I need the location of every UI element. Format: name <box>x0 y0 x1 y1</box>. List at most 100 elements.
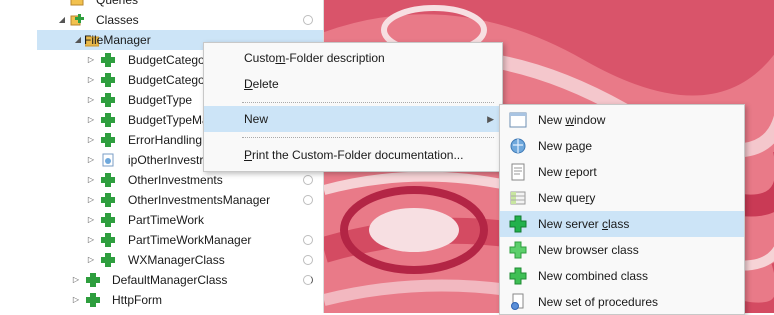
queries-icon <box>70 0 84 6</box>
menu-item-new-report[interactable]: New report <box>500 159 744 185</box>
expand-arrow-icon[interactable]: ▷ <box>86 150 96 170</box>
menu-item-new[interactable]: New ▶ <box>204 106 502 132</box>
expand-arrow-icon[interactable]: ▷ <box>86 50 96 70</box>
expand-arrow-icon[interactable]: ▷ <box>71 290 81 310</box>
class-icon <box>101 133 115 147</box>
tree-item-class[interactable]: ▷ PartTimeWork <box>0 210 323 230</box>
class-icon <box>101 93 115 107</box>
class-icon <box>101 73 115 87</box>
expand-arrow-icon[interactable]: ▷ <box>86 170 96 190</box>
expand-arrow-icon[interactable]: ▷ <box>86 230 96 250</box>
status-circle-icon <box>303 235 313 245</box>
class-icon <box>86 293 100 307</box>
server-class-icon <box>509 215 527 233</box>
context-menu: Custom-Folder description Delete New ▶ P… <box>203 42 503 172</box>
class-icon <box>101 113 115 127</box>
tree-item-class[interactable]: ▷ OtherInvestments <box>0 170 323 190</box>
menu-item-new-set-of-procedures[interactable]: New set of procedures <box>500 289 744 315</box>
expand-arrow-icon[interactable]: ▷ <box>86 70 96 90</box>
menu-label: eport <box>569 165 597 179</box>
class-icon <box>101 213 115 227</box>
menu-label: y <box>589 191 596 205</box>
status-circle-icon <box>303 255 313 265</box>
web-page-icon <box>510 138 526 154</box>
tree-label: DefaultManagerClass <box>112 273 228 287</box>
menu-item-delete[interactable]: Delete <box>204 71 502 97</box>
menu-label-accel: D <box>244 77 253 91</box>
class-icon <box>86 273 100 287</box>
menu-label: -Folder description <box>285 51 385 65</box>
menu-label: rint the Custom-Folder documentation... <box>252 148 464 162</box>
tree-item-class[interactable]: ▷ PartTimeWorkManager <box>0 230 323 250</box>
menu-item-new-server-class[interactable]: New server class <box>500 211 744 237</box>
tree-label: OtherInvestments <box>128 173 223 187</box>
tree-label: ipOtherInvestr <box>128 153 204 167</box>
tree-label: PartTimeWorkManager <box>128 233 252 247</box>
menu-item-new-query[interactable]: New query <box>500 185 744 211</box>
tree-label: HttpForm <box>112 293 163 307</box>
expand-arrow-icon[interactable]: ▷ <box>86 250 96 270</box>
page-icon <box>102 153 114 167</box>
menu-label: New <box>538 139 566 153</box>
tree-label: BudgetType <box>128 93 193 107</box>
class-icon <box>101 53 115 67</box>
class-icon <box>101 173 115 187</box>
menu-label: New que <box>538 191 586 205</box>
expand-arrow-icon[interactable]: ▷ <box>86 90 96 110</box>
tree-item-queries[interactable]: Queries <box>0 0 323 10</box>
menu-separator <box>242 102 494 103</box>
menu-label: indow <box>574 113 606 127</box>
tree-label: Queries <box>96 0 139 7</box>
menu-label: New combined class <box>538 269 649 283</box>
menu-item-new-window[interactable]: New window <box>500 107 744 133</box>
menu-label: New <box>538 165 566 179</box>
expand-arrow-icon[interactable]: ◢ <box>73 30 83 50</box>
menu-label: elete <box>252 77 279 91</box>
menu-label-accel: m <box>275 51 286 65</box>
menu-label: New server <box>538 217 603 231</box>
class-icon <box>101 253 115 267</box>
menu-label: age <box>572 139 593 153</box>
tree-label: WXManagerClass <box>128 253 225 267</box>
tree-item-defaultmanagerclass[interactable]: ▷ DefaultManagerClass <box>0 270 323 290</box>
status-circle-icon <box>303 175 313 185</box>
tree-item-httpform[interactable]: ▷ HttpForm <box>0 290 323 310</box>
expand-arrow-icon[interactable]: ▷ <box>86 190 96 210</box>
tree-label: BudgetCatego <box>128 53 205 67</box>
status-circle-icon <box>303 15 313 25</box>
loading-spinner-icon <box>303 275 313 285</box>
window-icon <box>509 112 527 128</box>
tree-label: FileManager <box>84 33 151 47</box>
tree-item-class[interactable]: ▷ WXManagerClass <box>0 250 323 270</box>
menu-label: New browser class <box>538 243 639 257</box>
menu-item-print-documentation[interactable]: Print the Custom-Folder documentation... <box>204 142 502 168</box>
menu-item-new-combined-class[interactable]: New combined class <box>500 263 744 289</box>
tree-label: OtherInvestmentsManager <box>128 193 271 207</box>
expand-arrow-icon[interactable]: ▷ <box>86 210 96 230</box>
tree-label: BudgetCatego <box>128 73 205 87</box>
expand-arrow-icon[interactable]: ▷ <box>86 130 96 150</box>
tree-label: ErrorHandling <box>128 133 203 147</box>
new-submenu: New window New page New report New query… <box>499 104 745 315</box>
menu-item-new-browser-class[interactable]: New browser class <box>500 237 744 263</box>
menu-label: Custo <box>244 51 276 65</box>
menu-label: lass <box>608 217 630 231</box>
class-icon <box>101 233 115 247</box>
class-icon <box>101 193 115 207</box>
query-icon <box>510 191 526 205</box>
procedures-icon <box>511 293 524 310</box>
menu-item-new-page[interactable]: New page <box>500 133 744 159</box>
report-icon <box>511 163 525 181</box>
expand-arrow-icon[interactable]: ▷ <box>86 110 96 130</box>
tree-label: BudgetTypeMa <box>128 113 209 127</box>
expand-arrow-icon[interactable]: ▷ <box>71 270 81 290</box>
tree-label: Classes <box>96 13 139 27</box>
menu-label-accel: P <box>244 148 253 162</box>
tree-item-class[interactable]: ▷ OtherInvestmentsManager <box>0 190 323 210</box>
submenu-arrow-icon: ▶ <box>487 114 494 124</box>
expand-arrow-icon[interactable]: ◢ <box>57 10 67 30</box>
status-circle-icon <box>303 195 313 205</box>
menu-label: New <box>244 112 269 126</box>
tree-item-classes[interactable]: ◢ Classes <box>0 10 323 30</box>
menu-item-custom-folder-description[interactable]: Custom-Folder description <box>204 45 502 71</box>
